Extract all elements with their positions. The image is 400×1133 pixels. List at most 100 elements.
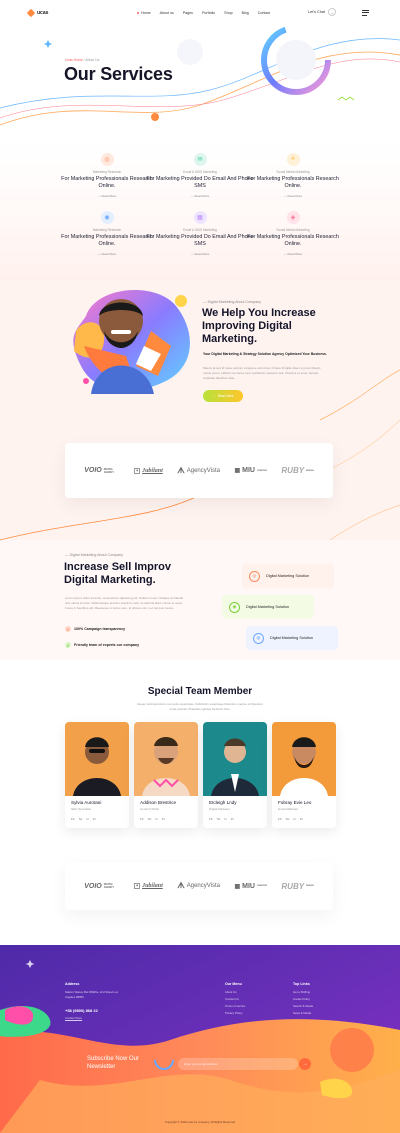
checklist-item: ✓ 100% Campaign transparency — [65, 626, 126, 632]
read-more-button[interactable]: → Read More — [203, 390, 243, 402]
logo-icon — [26, 8, 36, 18]
footer-top-link[interactable]: Cookie Policy — [293, 997, 310, 1002]
footer-menu-link[interactable]: Contact Us — [225, 997, 239, 1002]
twitter-icon[interactable]: Tw — [148, 817, 152, 821]
footer-menu-link[interactable]: Privacy Policy — [225, 1011, 242, 1016]
team-card[interactable]: Sylvia Aurotani SEO Specialist Fb Tw In Pi — [65, 722, 129, 828]
footer-links-heading: Top Links — [293, 982, 310, 986]
pinterest-icon[interactable]: Pi — [162, 817, 165, 821]
nav-item-blog[interactable]: Blog — [242, 11, 249, 15]
facebook-icon[interactable]: Fb — [71, 817, 75, 821]
service-card[interactable]: ⟡ Social Media Marketing For Marketing P… — [238, 153, 348, 198]
nav-item-contact[interactable]: Contact — [258, 11, 270, 15]
member-name: Addison Brestrice — [140, 800, 177, 805]
nav-item-home[interactable]: Home — [137, 11, 151, 15]
target-icon: ◉ — [229, 601, 240, 613]
marketing-kicker: — Digital Marketing About Company — [203, 300, 261, 304]
member-name: Etcleigh Lndy — [209, 800, 237, 805]
social-links: Fb Tw In Pi — [71, 817, 129, 821]
newsletter-submit-button[interactable]: → — [299, 1058, 311, 1070]
breadcrumb-current: About Us — [85, 58, 100, 62]
newsletter-email-input[interactable]: Enter your email address — [178, 1058, 298, 1070]
voio-logo[interactable]: VOIO DIGITAL AGENCY — [84, 467, 120, 474]
ruby-logo[interactable]: RUBY DESIGN — [281, 882, 313, 891]
member-role: Email Marketer — [278, 807, 299, 811]
nav-item-pages[interactable]: Pages — [183, 11, 193, 15]
nav-item-about[interactable]: About us — [160, 11, 174, 15]
footer-top-link[interactable]: News & Media — [293, 1011, 311, 1016]
agencyvista-logo[interactable]: ᗑ AgencyVista — [177, 881, 220, 891]
miu-logo[interactable]: ▦ MIU CREATIVE — [234, 883, 266, 890]
service-title: For Marketing Professionals Research Onl… — [247, 176, 339, 189]
checklist-item: ✓ Friendly team of experts our company — [65, 642, 140, 648]
mail-icon: ✉ — [193, 153, 207, 166]
linkedin-icon[interactable]: In — [155, 817, 158, 821]
copyright: Copyright © 2023 ucas by company. All Ri… — [164, 1120, 236, 1124]
solution-pill[interactable]: ◎ Digital Marketing Solution — [242, 564, 334, 588]
chat-arrow-icon: → — [327, 8, 336, 16]
footer-top-link[interactable]: Get a Shifting — [293, 990, 310, 995]
pinterest-icon[interactable]: Pi — [300, 817, 303, 821]
breadcrumb: Ucas Home / About Us — [65, 58, 99, 62]
check-icon: ✓ — [65, 626, 71, 632]
footer-menu-link[interactable]: Terms of service — [225, 1004, 245, 1009]
search-icon: ◎ — [100, 153, 114, 166]
team-title: Special Team Member — [147, 686, 253, 697]
marketer-illustration — [73, 289, 190, 394]
check-icon: ✓ — [65, 642, 71, 648]
lets-chat-button[interactable]: Let's Chat → — [308, 8, 336, 16]
service-kicker: Social Media Marketing — [276, 170, 310, 174]
marketing-body: Mauris at sed id fusce pretium congue a … — [203, 366, 321, 380]
member-name: Fobray Evie Leo — [278, 800, 312, 805]
nav-item-portfolio[interactable]: Portfolio — [202, 11, 215, 15]
ruby-logo[interactable]: RUBY DESIGN — [281, 466, 313, 475]
facebook-icon[interactable]: Fb — [209, 817, 213, 821]
footer-menu-link[interactable]: About Us — [225, 990, 237, 995]
increase-title: Increase Sell Improv Digital Marketing. — [64, 561, 171, 586]
team-card[interactable]: Etcleigh Lndy Digital Marketer Fb Tw In Pi — [203, 722, 267, 828]
footer-top-link[interactable]: Search & Media — [293, 1004, 313, 1009]
footer-contact-link[interactable]: Contact Store — [65, 1016, 82, 1021]
footer-phone[interactable]: +58 (9890) 868 22 — [65, 1008, 98, 1013]
linkedin-icon[interactable]: In — [224, 817, 227, 821]
linkedin-icon[interactable]: In — [86, 817, 89, 821]
team-photo — [134, 722, 198, 796]
solution-pill[interactable]: ◉ Digital Marketing Solution — [222, 595, 314, 619]
service-title: For Marketing Professionals Research Onl… — [247, 234, 339, 247]
pinterest-icon[interactable]: Pi — [93, 817, 96, 821]
linkedin-icon[interactable]: In — [293, 817, 296, 821]
increase-kicker: — Digital Marketing About Company — [65, 553, 123, 557]
partner-logos-secondary: VOIO DIGITAL AGENCY ▤ Jubilant ᗑ AgencyVist… — [65, 862, 333, 910]
solution-pill[interactable]: ◍ Digital Marketing Solution — [246, 626, 338, 650]
lets-chat-label: Let's Chat — [308, 10, 325, 14]
send-arrow-icon: → — [302, 1061, 308, 1067]
read-more-link[interactable]: — Read More — [238, 252, 348, 256]
arrow-icon: → — [212, 394, 216, 398]
twitter-icon[interactable]: Tw — [286, 817, 290, 821]
read-more-link[interactable]: — Read More — [238, 194, 348, 198]
nav-item-shop[interactable]: Shop — [224, 11, 232, 15]
footer-address-heading: Address — [65, 982, 80, 986]
menu-toggle-icon[interactable] — [362, 10, 369, 17]
member-role: SEO Specialist — [71, 807, 92, 811]
voio-logo[interactable]: VOIO DIGITAL AGENCY — [84, 883, 120, 890]
facebook-icon[interactable]: Fb — [140, 817, 144, 821]
service-card[interactable]: ◈ Social Media Marketing For Marketing P… — [238, 211, 348, 256]
breadcrumb-home[interactable]: Ucas Home — [65, 58, 83, 62]
jubilant-logo[interactable]: ▤ Jubilant — [134, 883, 163, 889]
twitter-icon[interactable]: Tw — [217, 817, 221, 821]
miu-logo[interactable]: ▦ MIU CREATIVE — [234, 467, 266, 474]
facebook-icon[interactable]: Fb — [278, 817, 282, 821]
social-links: Fb Tw In Pi — [209, 817, 267, 821]
brand-logo[interactable]: ucas — [26, 8, 48, 18]
pinterest-icon[interactable]: Pi — [231, 817, 234, 821]
twitter-icon[interactable]: Tw — [79, 817, 83, 821]
service-kicker: Social Media Marketing — [276, 228, 310, 232]
share-icon: ⟡ — [286, 153, 300, 166]
social-links: Fb Tw In Pi — [278, 817, 336, 821]
team-photo — [203, 722, 267, 796]
team-card[interactable]: Addison Brestrice Content Writer Fb Tw In P… — [134, 722, 198, 828]
agencyvista-logo[interactable]: ᗑ AgencyVista — [177, 466, 220, 476]
jubilant-logo[interactable]: ▤ Jubilant — [134, 467, 163, 474]
team-card[interactable]: Fobray Evie Leo Email Marketer Fb Tw In Pi — [272, 722, 336, 828]
